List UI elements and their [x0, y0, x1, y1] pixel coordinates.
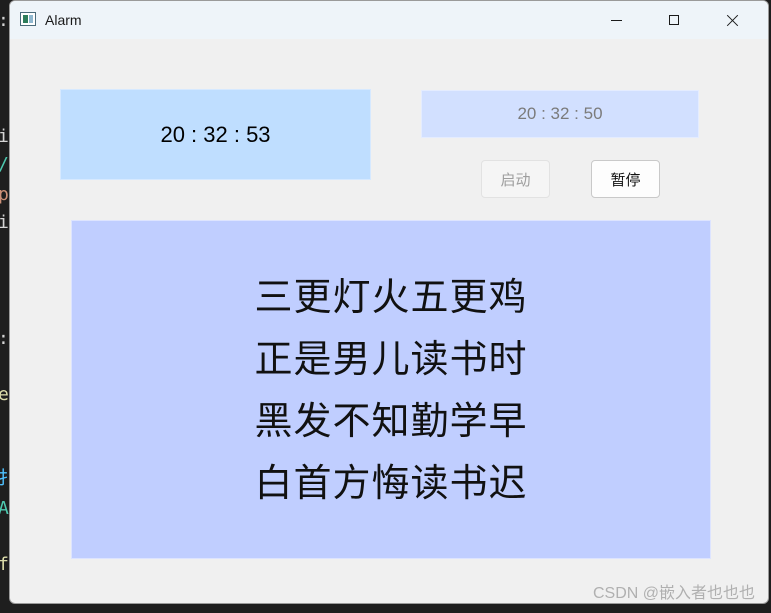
- window-title: Alarm: [45, 12, 82, 28]
- alarm-time-field[interactable]: 20 : 32 : 50: [421, 90, 699, 138]
- app-window-icon: [20, 12, 36, 26]
- background-code-char: /: [0, 156, 9, 174]
- title-bar[interactable]: Alarm: [10, 1, 768, 39]
- alarm-time-text: 20 : 32 : 50: [517, 104, 603, 123]
- maximize-button[interactable]: [645, 1, 703, 39]
- poem-line: 正是男儿读书时: [254, 336, 528, 381]
- current-time-display: 20 : 32 : 53: [60, 89, 371, 180]
- csdn-watermark: CSDN @嵌入者也也也: [592, 585, 755, 602]
- background-code-char: f: [0, 554, 9, 575]
- background-code-char: :: [0, 330, 9, 348]
- poem-panel: 三更灯火五更鸡 正是男儿读书时 黑发不知勤学早 白首方悔读书迟: [71, 220, 711, 559]
- pause-button[interactable]: 暂停: [591, 160, 660, 198]
- background-code-char: A: [0, 498, 9, 519]
- poem-line: 白首方悔读书迟: [254, 460, 528, 505]
- background-code-char: e: [0, 384, 9, 405]
- start-button[interactable]: 启动: [481, 160, 550, 198]
- background-code-char: p: [0, 184, 9, 205]
- maximize-icon: [669, 15, 679, 25]
- background-code-char: i: [0, 126, 9, 147]
- alarm-window: Alarm 20 : 32 : 53 20 : 32 : 50 启动 暂停 三更…: [9, 0, 769, 604]
- minimize-icon: [610, 19, 622, 21]
- background-code-char: :: [0, 12, 9, 30]
- background-code-char: i: [0, 212, 9, 233]
- current-time-text: 20 : 32 : 53: [160, 121, 271, 147]
- close-button[interactable]: [703, 1, 761, 39]
- close-icon: [725, 13, 739, 27]
- poem-line: 三更灯火五更鸡: [254, 274, 528, 319]
- poem-line: 黑发不知勤学早: [254, 398, 528, 443]
- minimize-button[interactable]: [587, 1, 645, 39]
